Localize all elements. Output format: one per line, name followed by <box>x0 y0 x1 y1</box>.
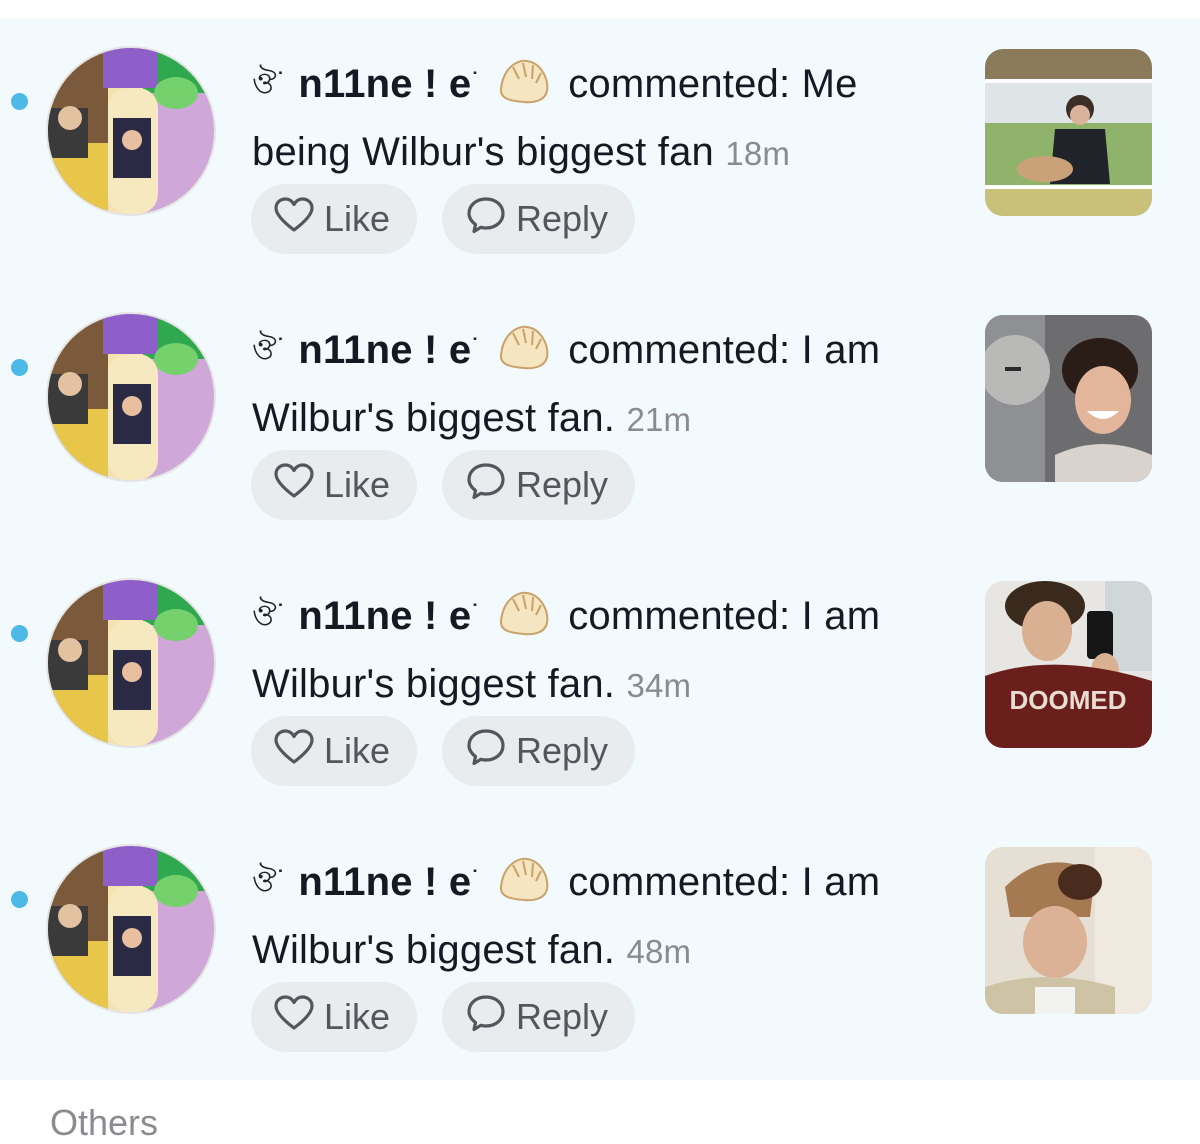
dumpling-emoji-icon <box>497 855 551 920</box>
timestamp: 18m <box>725 135 791 172</box>
like-button[interactable]: Like <box>251 982 417 1052</box>
notification-feed: ঔ˙ n11ne ! e˙ commented: Me being Wilbur… <box>0 18 1200 1080</box>
reply-label: Reply <box>516 996 609 1037</box>
comment-bubble-icon <box>466 994 506 1041</box>
reply-label: Reply <box>516 198 609 239</box>
username[interactable]: n11ne ! e <box>298 594 471 638</box>
timestamp: 48m <box>626 933 692 970</box>
dumpling-emoji-icon <box>497 323 551 388</box>
video-thumbnail-smiling[interactable] <box>985 315 1152 482</box>
notification-text: ঔ˙ n11ne ! e˙ commented: Me being Wilbur… <box>252 54 952 184</box>
avatar[interactable] <box>48 580 214 746</box>
notification-item[interactable]: ঔ˙ n11ne ! e˙ commented: Me being Wilbur… <box>0 18 1200 284</box>
reply-button[interactable]: Reply <box>442 982 635 1052</box>
comment-bubble-icon <box>466 728 506 775</box>
comment-bubble-icon <box>466 462 506 509</box>
like-button[interactable]: Like <box>251 184 417 254</box>
action-label: commented: <box>568 594 791 638</box>
notification-item[interactable]: ঔ˙ n11ne ! e˙ commented: I am Wilbur's b… <box>0 816 1200 1082</box>
like-label: Like <box>324 198 391 239</box>
notification-item[interactable]: ঔ˙ n11ne ! e˙ commented: I am Wilbur's b… <box>0 284 1200 550</box>
timestamp: 34m <box>626 667 692 704</box>
dumpling-emoji-icon <box>497 589 551 654</box>
comment-bubble-icon <box>466 196 506 243</box>
heart-icon <box>274 994 314 1040</box>
unread-dot <box>11 359 28 376</box>
heart-icon <box>274 728 314 774</box>
action-label: commented: <box>568 860 791 904</box>
decor-dot: ˙ <box>471 67 482 100</box>
unread-dot <box>11 625 28 642</box>
decor-glyph: ঔ˙ <box>252 865 288 898</box>
reply-button[interactable]: Reply <box>442 450 635 520</box>
notification-item[interactable]: ঔ˙ n11ne ! e˙ commented: I am Wilbur's b… <box>0 550 1200 816</box>
timestamp: 21m <box>626 401 692 438</box>
heart-icon <box>274 196 314 242</box>
avatar[interactable] <box>48 314 214 480</box>
action-label: commented: <box>568 62 791 106</box>
notification-text: ঔ˙ n11ne ! e˙ commented: I am Wilbur's b… <box>252 852 952 982</box>
action-label: commented: <box>568 328 791 372</box>
video-thumbnail-beanie[interactable] <box>985 847 1152 1014</box>
decor-glyph: ঔ˙ <box>252 599 288 632</box>
notification-text: ঔ˙ n11ne ! e˙ commented: I am Wilbur's b… <box>252 586 952 716</box>
avatar[interactable] <box>48 48 214 214</box>
decor-dot: ˙ <box>471 599 482 632</box>
decor-glyph: ঔ˙ <box>252 333 288 366</box>
decor-glyph: ঔ˙ <box>252 67 288 100</box>
decor-dot: ˙ <box>471 333 482 366</box>
video-thumbnail-guitar[interactable] <box>985 49 1152 216</box>
dumpling-emoji-icon <box>497 57 551 122</box>
unread-dot <box>11 891 28 908</box>
like-button[interactable]: Like <box>251 716 417 786</box>
reply-button[interactable]: Reply <box>442 716 635 786</box>
like-label: Like <box>324 464 391 505</box>
heart-icon <box>274 462 314 508</box>
notification-text: ঔ˙ n11ne ! e˙ commented: I am Wilbur's b… <box>252 320 952 450</box>
username[interactable]: n11ne ! e <box>298 860 471 904</box>
decor-dot: ˙ <box>471 865 482 898</box>
svg-text:DOOMED: DOOMED <box>1010 685 1127 715</box>
username[interactable]: n11ne ! e <box>298 328 471 372</box>
reply-button[interactable]: Reply <box>442 184 635 254</box>
like-label: Like <box>324 730 391 771</box>
reply-label: Reply <box>516 730 609 771</box>
like-label: Like <box>324 996 391 1037</box>
avatar[interactable] <box>48 846 214 1012</box>
section-title-others: Others <box>50 1102 159 1143</box>
like-button[interactable]: Like <box>251 450 417 520</box>
unread-dot <box>11 93 28 110</box>
username[interactable]: n11ne ! e <box>298 62 471 106</box>
reply-label: Reply <box>516 464 609 505</box>
video-thumbnail-mirror-selfie[interactable]: DOOMED <box>985 581 1152 748</box>
top-strip <box>0 0 1200 18</box>
